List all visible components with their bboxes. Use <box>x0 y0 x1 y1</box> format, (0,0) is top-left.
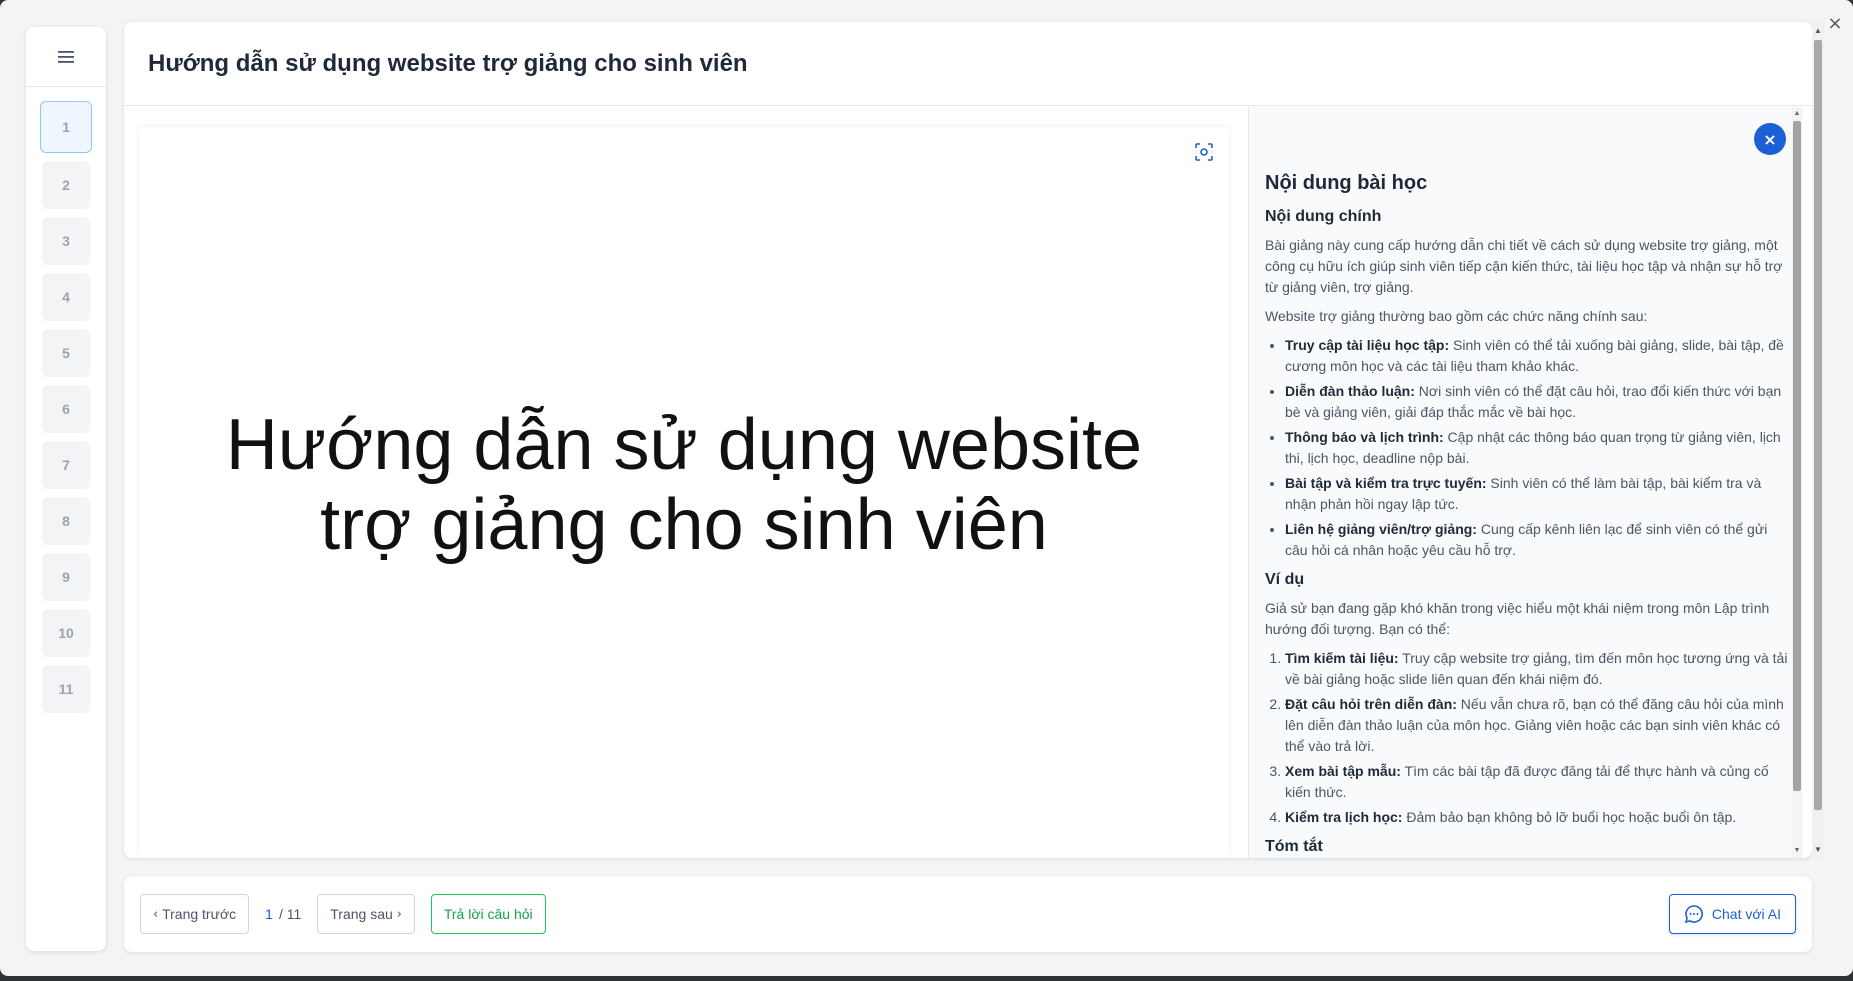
function-item-term: Bài tập và kiểm tra trực tuyến: <box>1285 475 1487 491</box>
functions-list: Truy cập tài liệu học tập: Sinh viên có … <box>1265 335 1790 561</box>
total-pages: / 11 <box>278 906 302 922</box>
function-item: Bài tập và kiểm tra trực tuyến: Sinh viê… <box>1285 473 1790 515</box>
function-item: Truy cập tài liệu học tập: Sinh viên có … <box>1285 335 1790 377</box>
slide-thumb-1[interactable]: 1 <box>40 101 92 153</box>
step-item-term: Kiểm tra lịch học: <box>1285 809 1403 825</box>
function-item: Diễn đàn thảo luận: Nơi sinh viên có thể… <box>1285 381 1790 423</box>
slide-title-line1: Hướng dẫn sử dụng website <box>225 405 1143 485</box>
scroll-up-icon[interactable]: ▲ <box>1792 109 1802 119</box>
taskbar-strip <box>0 976 1853 981</box>
scroll-thumb[interactable] <box>1793 121 1801 791</box>
function-item-term: Liên hệ giảng viên/trợ giảng: <box>1285 521 1477 537</box>
main-panel: Hướng dẫn sử dụng website trợ giảng cho … <box>124 22 1812 858</box>
page-scroll-up-icon[interactable]: ▲ <box>1812 26 1824 35</box>
function-item-term: Thông báo và lịch trình: <box>1285 429 1444 445</box>
functions-intro: Website trợ giảng thường bao gồm các chứ… <box>1265 308 1648 324</box>
function-item: Liên hệ giảng viên/trợ giảng: Cung cấp k… <box>1285 519 1790 561</box>
next-label: Trang sau <box>330 906 393 922</box>
current-page: 1 <box>265 906 273 922</box>
page-scroll-down-icon[interactable]: ▼ <box>1812 845 1824 854</box>
step-item-term: Tìm kiếm tài liệu: <box>1285 650 1399 666</box>
notes-content: Nội dung bài học Nội dung chính Bài giản… <box>1249 107 1802 857</box>
steps-list: Tìm kiếm tài liệu: Truy cập website trợ … <box>1265 648 1790 828</box>
step-item-term: Xem bài tập mẫu: <box>1285 763 1401 779</box>
summary-heading: Tóm tắt <box>1265 838 1323 855</box>
slide-thumb-11[interactable]: 11 <box>42 665 90 713</box>
step-item-desc: Đảm bảo bạn không bỏ lỡ buổi học hoặc bu… <box>1402 809 1737 825</box>
prev-label: Trang trước <box>162 906 237 922</box>
answer-question-button[interactable]: Trả lời câu hỏi <box>430 894 546 934</box>
step-item-term: Đặt câu hỏi trên diễn đàn: <box>1285 696 1457 712</box>
page-header: Hướng dẫn sử dụng website trợ giảng cho … <box>124 22 1812 106</box>
slide-thumb-5[interactable]: 5 <box>42 329 90 377</box>
page-title: Hướng dẫn sử dụng website trợ giảng cho … <box>148 49 748 77</box>
hamburger-icon <box>58 50 74 63</box>
next-page-button[interactable]: Trang sau › <box>317 894 415 934</box>
function-item: Thông báo và lịch trình: Cập nhật các th… <box>1285 427 1790 469</box>
intro-paragraph: Bài giảng này cung cấp hướng dẫn chi tiế… <box>1265 237 1783 295</box>
step-item: Kiểm tra lịch học: Đảm bảo bạn không bỏ … <box>1285 807 1790 828</box>
example-heading: Ví dụ <box>1265 571 1305 588</box>
lesson-content: Hướng dẫn sử dụng website trợ giảng cho … <box>124 107 1812 858</box>
function-item-term: Truy cập tài liệu học tập: <box>1285 337 1450 353</box>
step-item: Tìm kiếm tài liệu: Truy cập website trợ … <box>1285 648 1790 690</box>
notes-scrollbar[interactable]: ▲ ▼ <box>1792 107 1802 858</box>
chat-label: Chat với AI <box>1711 906 1781 922</box>
slide-thumbnail-list: 1 2 3 4 5 6 7 8 9 10 11 <box>26 87 106 713</box>
slide-thumb-2[interactable]: 2 <box>42 161 90 209</box>
lesson-notes-panel: × Nội dung bài học Nội dung chính Bài gi… <box>1248 107 1802 858</box>
notes-heading: Nội dung bài học <box>1265 172 1428 194</box>
page-indicator: 1 / 11 <box>265 906 301 922</box>
slide-thumb-7[interactable]: 7 <box>42 441 90 489</box>
function-item-term: Diễn đàn thảo luận: <box>1285 383 1415 399</box>
prev-page-button[interactable]: ‹ Trang trước <box>140 894 250 934</box>
page-scrollbar[interactable]: ▲ ▼ <box>1812 22 1824 858</box>
focus-screen-icon[interactable] <box>1189 137 1219 167</box>
chat-bubble-icon <box>1684 905 1703 924</box>
chevron-right-icon: › <box>396 906 402 922</box>
slide-thumb-6[interactable]: 6 <box>42 385 90 433</box>
scroll-down-icon[interactable]: ▼ <box>1792 846 1802 856</box>
slide-title: Hướng dẫn sử dụng website trợ giảng cho … <box>139 405 1229 565</box>
app-window: × 1 2 3 4 5 6 7 8 9 10 11 Hướng dẫn sử dụng websit… <box>0 0 1853 976</box>
chevron-left-icon: ‹ <box>153 906 159 922</box>
main-content-heading: Nội dung chính <box>1265 208 1382 225</box>
step-item: Xem bài tập mẫu: Tìm các bài tập đã được… <box>1285 761 1790 803</box>
slide-viewer: Hướng dẫn sử dụng website trợ giảng cho … <box>139 127 1229 858</box>
slide-thumb-3[interactable]: 3 <box>42 217 90 265</box>
step-item: Đặt câu hỏi trên diễn đàn: Nếu vẫn chưa … <box>1285 694 1790 757</box>
slide-thumb-8[interactable]: 8 <box>42 497 90 545</box>
page-scroll-thumb[interactable] <box>1814 40 1822 810</box>
slide-thumb-9[interactable]: 9 <box>42 553 90 601</box>
navigation-footer: ‹ Trang trước 1 / 11 Trang sau › Trả lời … <box>124 876 1812 952</box>
menu-button[interactable] <box>26 27 106 87</box>
slide-thumb-10[interactable]: 10 <box>42 609 90 657</box>
chat-with-ai-button[interactable]: Chat với AI <box>1668 894 1796 934</box>
example-intro: Giả sử bạn đang gặp khó khăn trong việc … <box>1265 600 1770 637</box>
slide-title-line2: trợ giảng cho sinh viên <box>320 485 1048 565</box>
slide-thumb-4[interactable]: 4 <box>42 273 90 321</box>
close-notes-button[interactable]: × <box>1754 123 1786 155</box>
slide-sidebar: 1 2 3 4 5 6 7 8 9 10 11 <box>26 27 106 951</box>
window-close-icon[interactable]: × <box>1825 14 1845 34</box>
